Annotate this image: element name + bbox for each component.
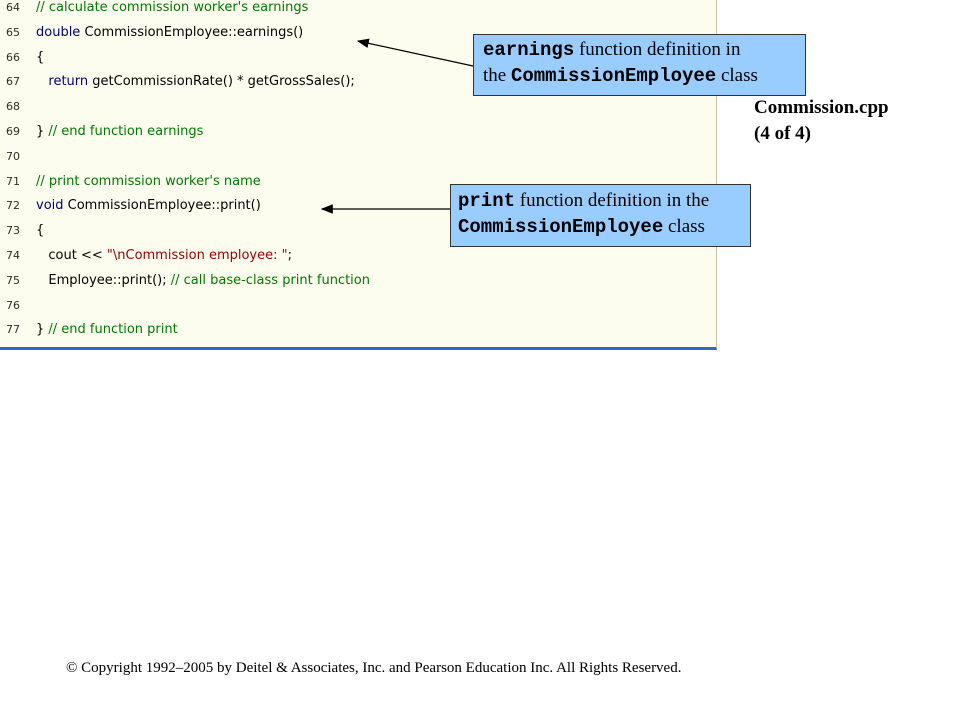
slide-side-label: Commission.cpp (4 of 4) <box>754 95 889 147</box>
copyright-footer: © Copyright 1992–2005 by Deitel & Associ… <box>66 660 682 676</box>
page-indicator: (4 of 4) <box>754 123 811 144</box>
file-name: Commission.cpp <box>754 97 889 118</box>
earnings-arrow <box>356 38 474 67</box>
